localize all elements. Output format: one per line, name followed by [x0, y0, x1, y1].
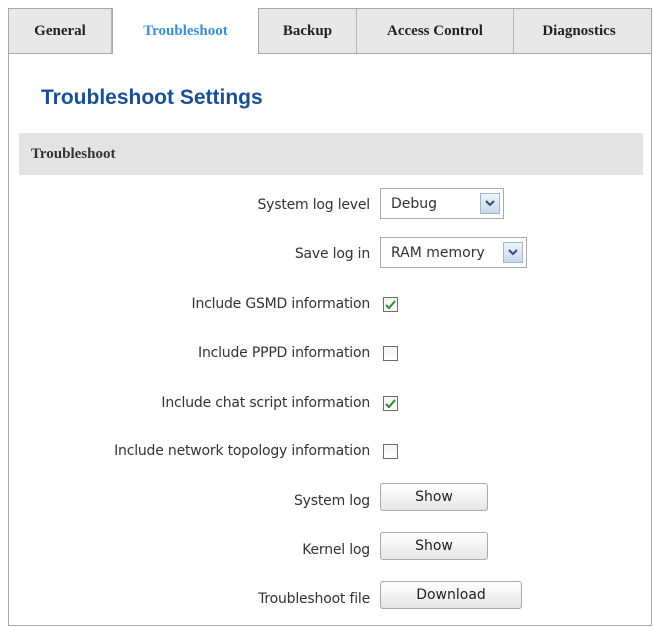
system-log-level-select[interactable]: Debug	[380, 188, 504, 219]
save-log-in-label: Save log in	[294, 246, 370, 262]
include-chat-script-checkbox[interactable]	[383, 396, 398, 411]
include-topology-checkbox[interactable]	[383, 444, 398, 459]
save-log-in-value: RAM memory	[391, 244, 485, 261]
tab-general[interactable]: General	[9, 9, 112, 53]
tab-diagnostics[interactable]: Diagnostics	[514, 9, 644, 53]
include-topology-label: Include network topology information	[114, 443, 370, 459]
troubleshoot-file-label: Troubleshoot file	[258, 591, 370, 607]
tab-bar: General Troubleshoot Backup Access Contr…	[8, 8, 652, 54]
checkmark-icon	[385, 299, 396, 309]
include-pppd-label: Include PPPD information	[198, 345, 370, 361]
include-gsmd-label: Include GSMD information	[191, 296, 371, 312]
chevron-down-icon	[503, 242, 523, 263]
section-header: Troubleshoot	[19, 133, 643, 175]
kernel-log-show-button[interactable]: Show	[380, 532, 488, 560]
system-log-level-value: Debug	[391, 195, 438, 212]
include-gsmd-checkbox[interactable]	[383, 297, 398, 312]
chevron-down-icon	[480, 193, 500, 214]
tab-backup[interactable]: Backup	[259, 9, 357, 53]
tab-troubleshoot[interactable]: Troubleshoot	[112, 8, 259, 54]
system-log-label: System log	[294, 493, 370, 509]
troubleshoot-file-download-button[interactable]: Download	[380, 581, 522, 609]
system-log-level-label: System log level	[257, 197, 370, 213]
system-log-show-button[interactable]: Show	[380, 483, 488, 511]
save-log-in-select[interactable]: RAM memory	[380, 237, 527, 268]
kernel-log-label: Kernel log	[302, 542, 370, 558]
page-title: Troubleshoot Settings	[41, 86, 263, 109]
include-chat-script-label: Include chat script information	[161, 395, 370, 411]
include-pppd-checkbox[interactable]	[383, 346, 398, 361]
checkmark-icon	[385, 398, 396, 408]
tab-access-control[interactable]: Access Control	[357, 9, 514, 53]
